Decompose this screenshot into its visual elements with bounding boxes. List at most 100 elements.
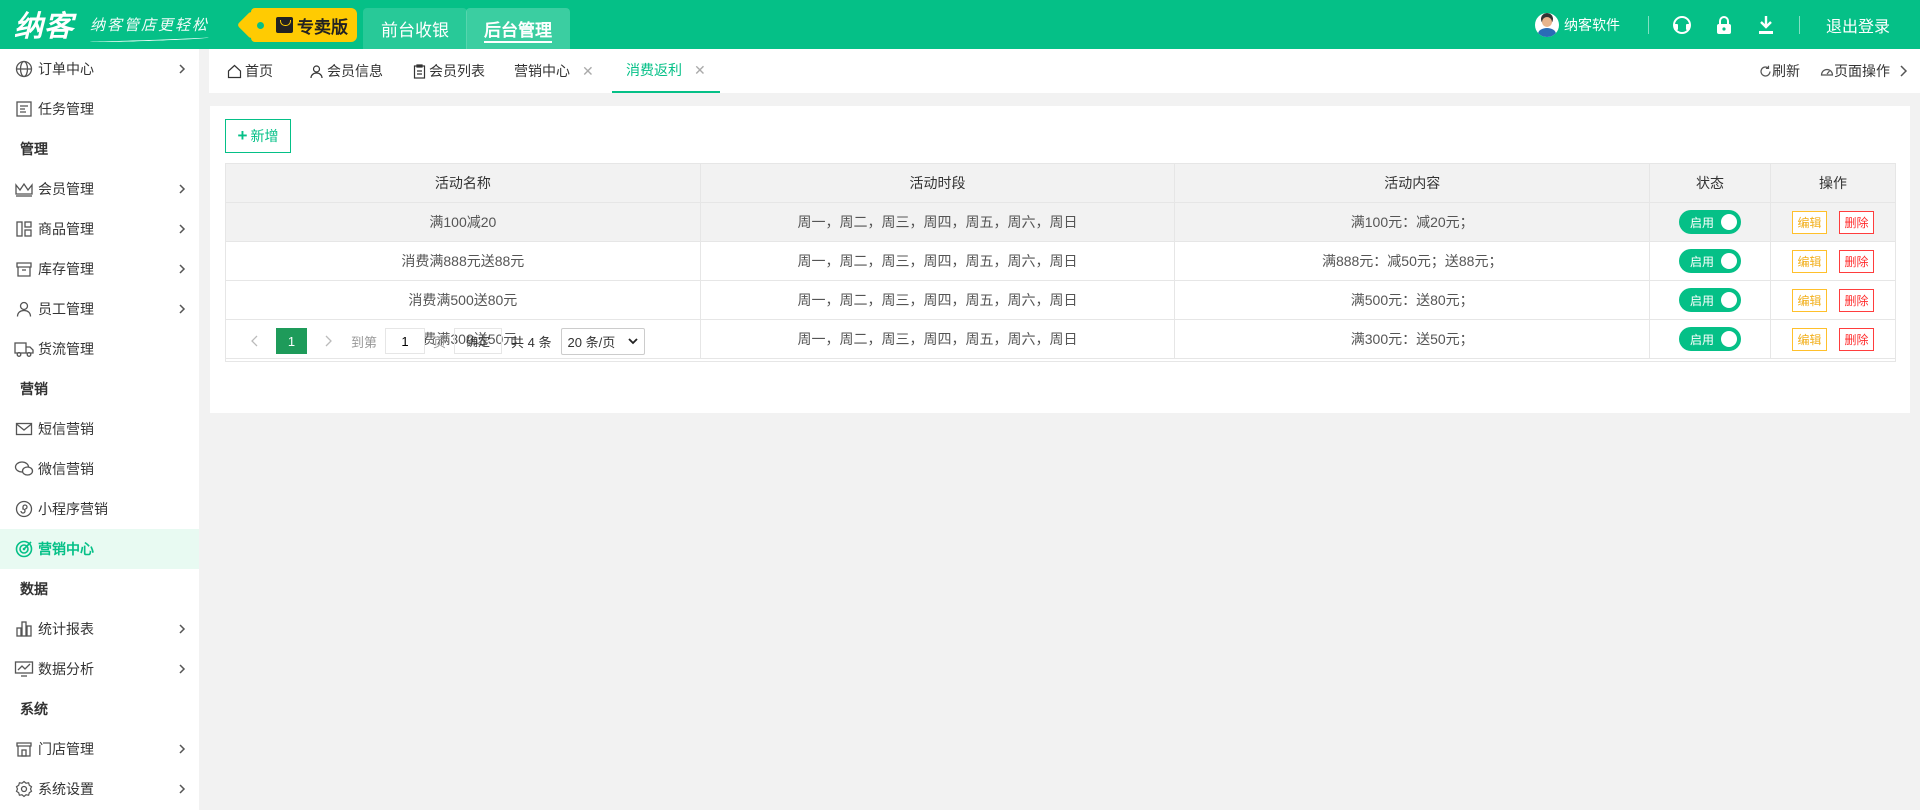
activity-period: 周一，周二，周三，周四，周五，周六，周日	[699, 241, 1176, 281]
headset-icon[interactable]	[1671, 14, 1693, 36]
pagination: 1 到第 页 确定 共 4 条 20 条/页	[225, 321, 1896, 362]
person-icon	[310, 64, 323, 78]
sidebar-item-label: 货流管理	[38, 341, 94, 357]
goto-confirm-button[interactable]: 确定	[454, 328, 503, 354]
tab-consumption-rebate[interactable]: 消费返利 ✕	[612, 49, 720, 93]
sidebar-item-orders[interactable]: 订单中心	[0, 49, 199, 89]
truck-icon	[14, 339, 34, 359]
delete-button[interactable]: 删除	[1839, 288, 1874, 312]
sidebar-item-inventory[interactable]: 库存管理	[0, 249, 199, 289]
sidebar-group-data: 数据	[20, 581, 48, 597]
status-toggle[interactable]: 启用	[1679, 249, 1742, 273]
status-toggle[interactable]: 启用	[1679, 288, 1742, 312]
sidebar-item-wechat-marketing[interactable]: 微信营销	[0, 449, 199, 489]
chevron-right-icon	[179, 784, 186, 794]
person-icon	[14, 299, 34, 319]
sidebar-item-label: 数据分析	[38, 661, 94, 677]
delete-button[interactable]: 删除	[1839, 249, 1874, 273]
sidebar-item-reports[interactable]: 统计报表	[0, 609, 199, 649]
sidebar-item-label: 微信营销	[38, 461, 94, 477]
logo-slogan: 纳客管店更轻松	[90, 15, 210, 34]
tab-backend-management-label: 后台管理	[484, 21, 552, 40]
status-toggle[interactable]: 启用	[1679, 210, 1742, 234]
edit-button[interactable]: 编辑	[1792, 249, 1827, 273]
plus-icon: +	[237, 126, 248, 145]
wechat-icon	[14, 459, 34, 479]
sidebar-item-settings[interactable]: 系统设置	[0, 769, 199, 809]
gauge-icon	[1820, 68, 1834, 76]
close-icon[interactable]: ✕	[582, 63, 594, 80]
tab-backend-management[interactable]: 后台管理	[466, 8, 570, 49]
tab-marketing-center-label: 营销中心	[514, 63, 570, 79]
logo: 纳客 纳客管店更轻松	[14, 7, 210, 43]
sidebar-item-label: 系统设置	[38, 781, 94, 797]
sidebar-item-staff[interactable]: 员工管理	[0, 289, 199, 329]
tab-member-info[interactable]: 会员信息	[309, 49, 383, 93]
sidebar-item-label: 商品管理	[38, 221, 94, 237]
tab-marketing-center[interactable]: 营销中心 ✕	[514, 49, 594, 93]
activity-content: 满100元：减20元；	[1174, 202, 1651, 242]
chevron-right-icon[interactable]	[1898, 64, 1910, 78]
globe-icon	[14, 59, 34, 79]
sidebar-item-marketing-center[interactable]: 营销中心	[0, 529, 199, 569]
tab-member-list-label: 会员列表	[429, 63, 485, 79]
column-header: 活动内容	[1174, 163, 1651, 203]
content-panel: + 新增 活动名称 活动时段 活动内容 状态 操作 满100减20 周一，周二，周…	[210, 106, 1910, 413]
gear-icon	[14, 779, 34, 799]
sidebar-item-miniapp-marketing[interactable]: 小程序营销	[0, 489, 199, 529]
column-header: 状态	[1649, 163, 1772, 203]
target-icon	[14, 539, 34, 559]
lock-icon[interactable]	[1713, 14, 1735, 36]
tab-member-info-label: 会员信息	[327, 63, 383, 79]
sidebar-item-goods[interactable]: 商品管理	[0, 209, 199, 249]
tab-member-list[interactable]: 会员列表	[413, 49, 485, 93]
chevron-right-icon	[179, 624, 186, 634]
tab-front-cashier[interactable]: 前台收银	[363, 8, 467, 49]
activity-period: 周一，周二，周三，周四，周五，周六，周日	[699, 280, 1176, 320]
sidebar-item-analytics[interactable]: 数据分析	[0, 649, 199, 689]
table-row[interactable]: 消费满888元送88元 周一，周二，周三，周四，周五，周六，周日 满888元：减…	[225, 241, 1896, 281]
page-size-value: 20 条/页	[567, 334, 616, 350]
column-header: 活动时段	[699, 163, 1176, 203]
inventory-icon	[14, 259, 34, 279]
sidebar-item-label: 员工管理	[38, 301, 94, 317]
delete-button[interactable]: 删除	[1839, 210, 1874, 234]
sidebar-item-members[interactable]: 会员管理	[0, 169, 199, 209]
prev-page-icon[interactable]	[248, 334, 262, 348]
edit-button[interactable]: 编辑	[1792, 288, 1827, 312]
sidebar-item-label: 任务管理	[38, 101, 94, 117]
logout-button[interactable]: 退出登录	[1826, 13, 1890, 37]
chevron-right-icon	[179, 664, 186, 674]
activity-name: 消费满888元送88元	[225, 241, 701, 281]
activity-content: 满888元：减50元；送88元；	[1174, 241, 1651, 281]
activity-content: 满500元：送80元；	[1174, 280, 1651, 320]
sidebar-item-tasks[interactable]: 任务管理	[0, 89, 199, 129]
avatar	[1534, 12, 1559, 37]
close-icon[interactable]: ✕	[694, 62, 706, 79]
user-menu[interactable]: 纳客软件	[1534, 12, 1620, 37]
chevron-right-icon	[179, 224, 186, 234]
chevron-right-icon	[179, 64, 186, 74]
tab-consumption-rebate-label: 消费返利	[626, 62, 682, 78]
chevron-right-icon	[179, 744, 186, 754]
chevron-down-icon	[627, 338, 638, 345]
sidebar-item-logistics[interactable]: 货流管理	[0, 329, 199, 369]
tab-home[interactable]: 首页	[227, 49, 273, 93]
sidebar-item-label: 门店管理	[38, 741, 94, 757]
edit-button[interactable]: 编辑	[1792, 210, 1827, 234]
goto-page-input[interactable]	[385, 328, 426, 354]
refresh-button[interactable]: 刷新	[1759, 61, 1800, 81]
table-row[interactable]: 消费满500送80元 周一，周二，周三，周四，周五，周六，周日 满500元：送8…	[225, 280, 1896, 320]
next-page-icon[interactable]	[321, 334, 335, 348]
table-row[interactable]: 满100减20 周一，周二，周三，周四，周五，周六，周日 满100元：减20元；…	[225, 202, 1896, 242]
total-count: 共 4 条	[511, 334, 552, 350]
page-ops-button[interactable]: 页面操作	[1820, 61, 1890, 81]
add-button[interactable]: + 新增	[225, 119, 291, 153]
sidebar-item-sms-marketing[interactable]: 短信营销	[0, 409, 199, 449]
sidebar-item-stores[interactable]: 门店管理	[0, 729, 199, 769]
page-size-select[interactable]: 20 条/页	[560, 327, 645, 355]
sidebar-item-label: 小程序营销	[38, 501, 108, 517]
page-number[interactable]: 1	[276, 328, 307, 354]
home-icon	[227, 64, 242, 78]
download-icon[interactable]	[1755, 14, 1777, 36]
